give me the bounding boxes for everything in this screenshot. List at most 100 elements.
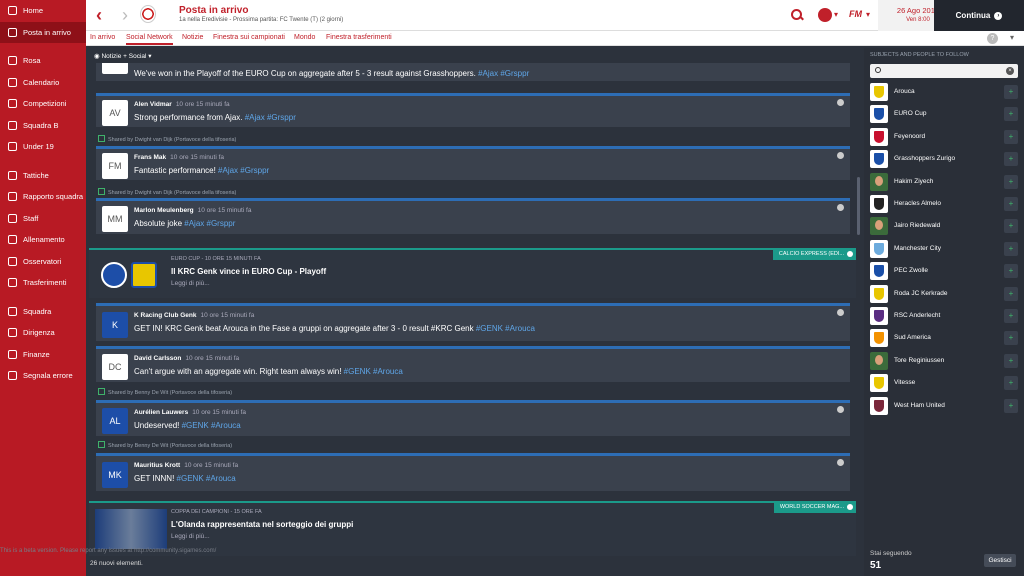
follow-add-icon[interactable]: +	[1004, 197, 1018, 211]
manage-button[interactable]: Gestisci	[984, 554, 1016, 567]
sidebar-item-squadra-b[interactable]: Squadra B	[0, 115, 86, 137]
social-feed[interactable]: We've won in the Playoff of the EURO Cup…	[86, 63, 860, 556]
feed-post[interactable]: FM Frans Mak 10 ore 15 minuti fa Fantasti…	[96, 146, 850, 180]
feed-post[interactable]: MM Marlon Meulenberg 10 ore 15 minuti fa …	[96, 198, 850, 234]
tab-mondo[interactable]: Mondo	[294, 34, 315, 41]
back-button[interactable]: ‹	[96, 6, 108, 24]
follow-list-item[interactable]: Hakim Ziyech +	[870, 172, 1018, 192]
follow-add-icon[interactable]: +	[1004, 219, 1018, 234]
tab-finestra-trasferimenti[interactable]: Finestra trasferimenti	[326, 34, 392, 41]
sidebar-item-finanze[interactable]: Finanze	[0, 344, 86, 366]
follow-list-item[interactable]: Tore Reginiussen +	[870, 351, 1018, 371]
sidebar-item-allenamento[interactable]: Allenamento	[0, 229, 86, 251]
follow-add-icon[interactable]: +	[1004, 376, 1018, 391]
follow-add-icon[interactable]: +	[1004, 85, 1018, 99]
sidebar-item-under-19[interactable]: Under 19	[0, 136, 86, 158]
feed-post[interactable]: MK Mauritius Krott 10 ore 15 minuti fa GE…	[96, 453, 850, 491]
follow-list-item[interactable]: West Ham United +	[870, 396, 1018, 416]
gear-icon[interactable]	[837, 406, 844, 413]
forward-button[interactable]: ›	[122, 6, 134, 24]
chevron-down-icon[interactable]: ▾	[1010, 33, 1014, 42]
help-icon[interactable]: ?	[987, 33, 998, 44]
tab-social-network[interactable]: Social Network	[126, 34, 173, 45]
follow-add-icon[interactable]: +	[1004, 129, 1018, 144]
training-icon	[6, 235, 18, 245]
tab-in-arrivo[interactable]: In arrivo	[90, 34, 115, 41]
fm-menu-button[interactable]: FM	[849, 9, 862, 19]
sidebar-item-rosa[interactable]: Rosa	[0, 50, 86, 72]
news-headline[interactable]: Il KRC Genk vince in EURO Cup - Playoff	[171, 267, 326, 276]
sidebar-item-tattiche[interactable]: Tattiche	[0, 165, 86, 187]
follow-add-icon[interactable]: +	[1004, 353, 1018, 368]
sidebar-item-squadra[interactable]: Squadra	[0, 301, 86, 323]
gear-icon[interactable]	[837, 99, 844, 106]
follow-list-item[interactable]: Arouca +	[870, 82, 1018, 102]
news-headline[interactable]: L'Olanda rappresentata nel sorteggio dei…	[171, 520, 353, 529]
club-logo-icon	[870, 329, 888, 348]
feed-post[interactable]: AL Aurélien Lauwers 10 ore 15 minuti fa U…	[96, 400, 850, 436]
tab-finestra-campionati[interactable]: Finestra sui campionati	[213, 34, 285, 41]
sidebar-item-competizioni[interactable]: Competizioni	[0, 93, 86, 115]
gear-icon[interactable]	[837, 152, 844, 159]
follow-add-icon[interactable]: +	[1004, 264, 1018, 279]
sidebar-item-home[interactable]: Home	[0, 0, 86, 22]
follow-add-icon[interactable]: +	[1004, 309, 1018, 323]
follow-list-item[interactable]: Feyenoord +	[870, 127, 1018, 147]
follow-list-item[interactable]: Manchester City +	[870, 239, 1018, 259]
follow-add-icon[interactable]: +	[1004, 174, 1018, 189]
club-badge-icon[interactable]	[140, 5, 156, 23]
chevron-down-icon[interactable]: ▾	[866, 10, 870, 19]
follow-list-item[interactable]: RSC Anderlecht +	[870, 306, 1018, 326]
gear-icon[interactable]	[837, 309, 844, 316]
follow-add-icon[interactable]: +	[1004, 241, 1018, 256]
follow-list-item[interactable]: Roda JC Kerkrade +	[870, 284, 1018, 304]
sidebar-item-label: Trasferimenti	[23, 278, 67, 288]
feed-post[interactable]: K K Racing Club Genk 10 ore 15 minuti fa …	[96, 303, 850, 341]
feed-post[interactable]: DC David Carlsson 10 ore 15 minuti fa Can…	[96, 346, 850, 382]
continue-button[interactable]: Continua ›	[934, 0, 1024, 31]
page-subtitle: 1a nella Eredivisie - Prossima partita: …	[179, 17, 344, 23]
feed-scrollbar[interactable]	[857, 177, 860, 235]
follow-panel: SUBJECTS AND PEOPLE TO FOLLOW × Arouca + E…	[864, 48, 1024, 576]
sidebar-item-posta-in-arrivo[interactable]: Posta in arrivo	[0, 21, 86, 43]
follow-list-item[interactable]: PEC Zwolle +	[870, 261, 1018, 281]
feed-post[interactable]: We've won in the Playoff of the EURO Cup…	[96, 63, 850, 81]
follow-add-icon[interactable]: +	[1004, 286, 1018, 301]
follow-list-item[interactable]: Vitesse +	[870, 373, 1018, 393]
sidebar-item-rapporto-squadra[interactable]: Rapporto squadra	[0, 186, 86, 208]
follow-add-icon[interactable]: +	[1004, 107, 1018, 122]
clear-search-icon[interactable]: ×	[1006, 67, 1014, 75]
follow-list-item[interactable]: Grasshoppers Zurigo +	[870, 149, 1018, 169]
club-logo-icon	[870, 307, 888, 325]
follow-add-icon[interactable]: +	[1004, 398, 1018, 413]
feed-post[interactable]: AV Alen Vidmar 10 ore 15 minuti fa Strong…	[96, 93, 850, 127]
news-source-badge[interactable]: WORLD SOCCER MAG...	[773, 502, 856, 513]
chevron-down-icon[interactable]: ▾	[834, 10, 838, 19]
search-icon[interactable]	[790, 8, 804, 22]
sidebar-item-staff[interactable]: Staff	[0, 208, 86, 230]
follow-add-icon[interactable]: +	[1004, 331, 1018, 346]
follow-add-icon[interactable]: +	[1004, 152, 1018, 167]
sidebar-item-trasferimenti[interactable]: Trasferimenti	[0, 272, 86, 294]
follow-list-item[interactable]: EURO Cup +	[870, 104, 1018, 124]
news-source-badge[interactable]: CALCIO EXPRESS (EDI...	[772, 249, 856, 260]
feed-filter-dropdown[interactable]: ◉ Notizie + Social ▾	[86, 48, 864, 63]
follow-list-item[interactable]: Jairo Riedewald +	[870, 216, 1018, 236]
follow-list-item[interactable]: Heracles Almelo +	[870, 194, 1018, 214]
sidebar-item-dirigenza[interactable]: Dirigenza	[0, 322, 86, 344]
gear-icon[interactable]	[837, 459, 844, 466]
sidebar-item-osservatori[interactable]: Osservatori	[0, 251, 86, 273]
inbox-icon	[6, 27, 18, 37]
sidebar-item-segnala-errore[interactable]: Segnala errore	[0, 365, 86, 387]
follow-search-input[interactable]: ×	[870, 64, 1018, 78]
gear-icon[interactable]	[837, 204, 844, 211]
globe-icon[interactable]	[818, 8, 832, 22]
post-text: We've won in the Playoff of the EURO Cup…	[134, 69, 530, 78]
read-more-link[interactable]: Leggi di più...	[171, 280, 210, 287]
sidebar-item-calendario[interactable]: Calendario	[0, 72, 86, 94]
follow-list-item[interactable]: Sud America +	[870, 328, 1018, 348]
tab-notizie[interactable]: Notizie	[182, 34, 203, 41]
new-items-count[interactable]: 26 nuovi elementi.	[90, 560, 143, 567]
news-item[interactable]: EURO CUP - 10 ORE 15 MINUTI FA Il KRC Ge…	[89, 248, 856, 298]
read-more-link[interactable]: Leggi di più...	[171, 533, 210, 540]
